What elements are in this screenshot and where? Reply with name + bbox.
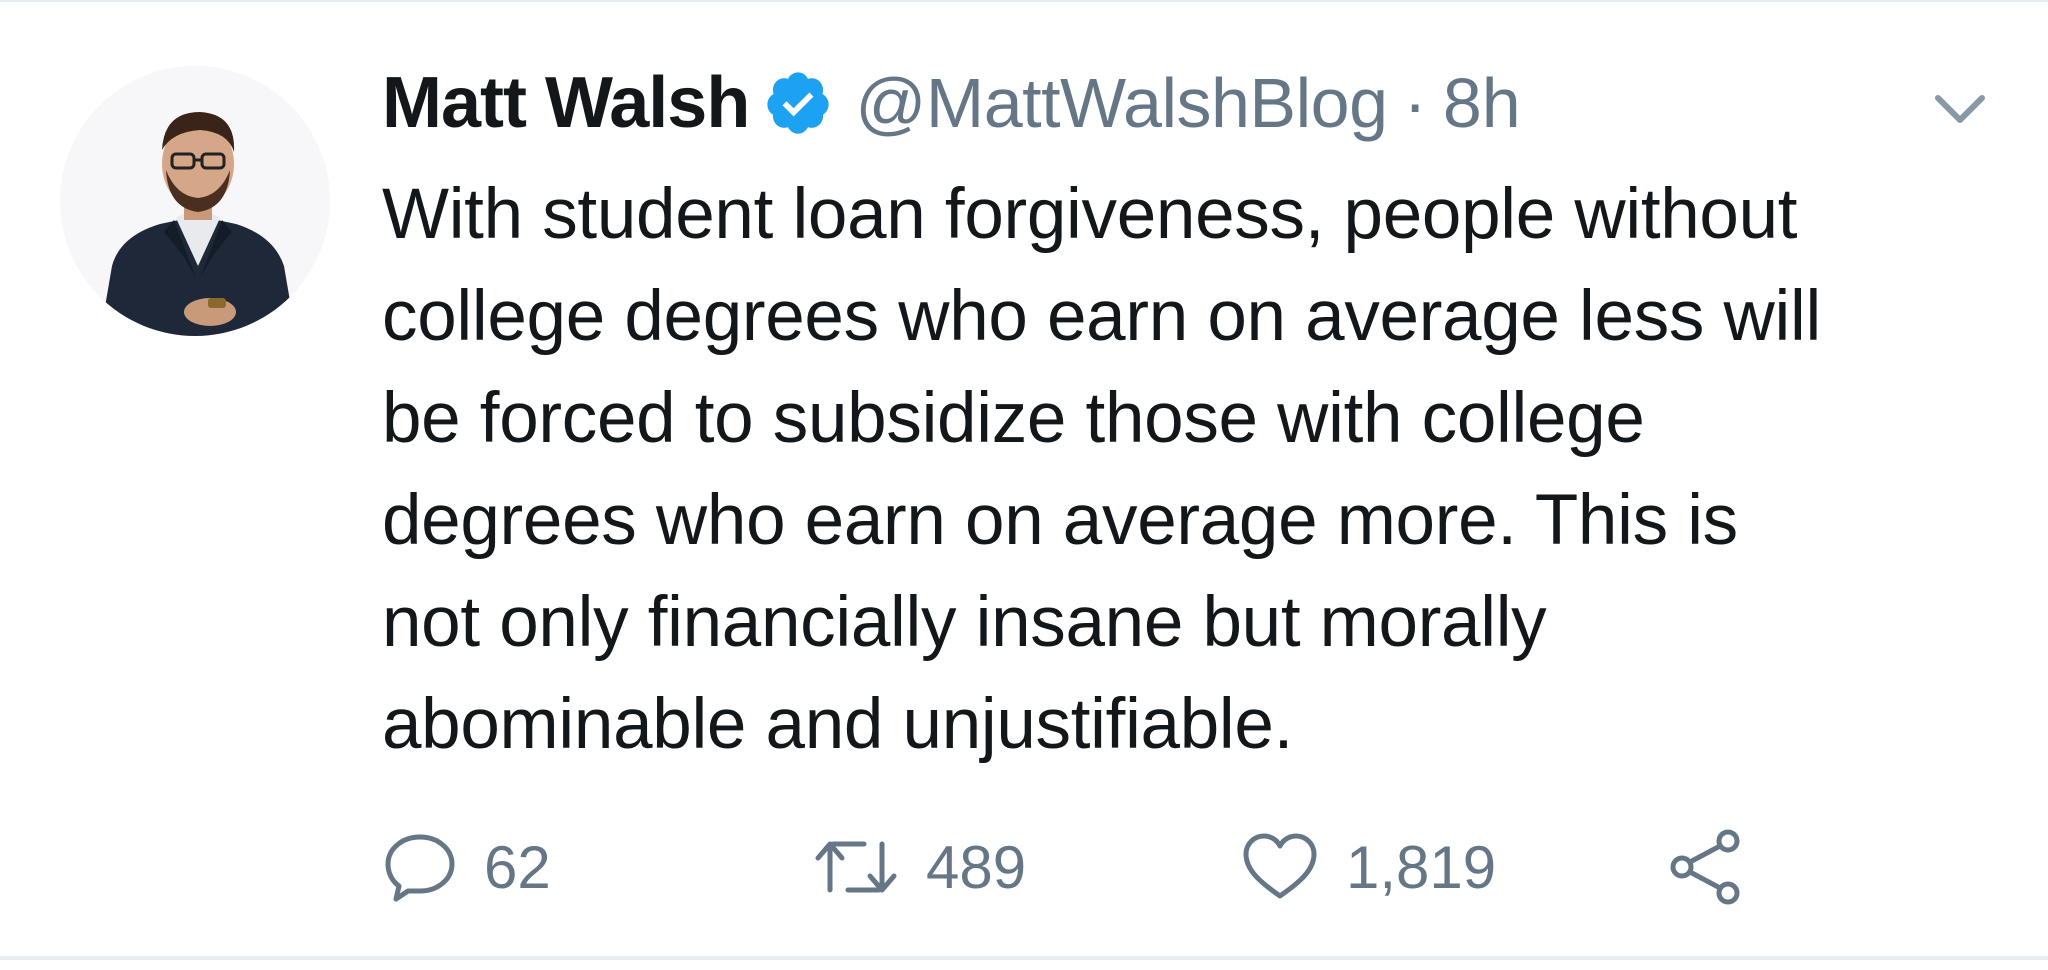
like-button[interactable]: 1,819 (1240, 822, 1496, 912)
tweet-text-line: With student loan forgiveness, people wi… (382, 175, 1798, 254)
reply-count: 62 (484, 833, 551, 901)
retweet-count: 489 (926, 833, 1027, 901)
share-button[interactable] (1668, 822, 1744, 912)
tweet-card[interactable]: Matt Walsh @MattWalshBlog · 8h With stud… (0, 0, 2048, 960)
tweet-text-line: not only financially insane but morally (382, 583, 1547, 662)
like-count: 1,819 (1346, 833, 1497, 901)
tweet-actions-bar: 62 489 1,819 (382, 822, 1982, 912)
header-separator: · (1403, 64, 1427, 142)
retweet-button[interactable]: 489 (812, 822, 1026, 912)
reply-button[interactable]: 62 (382, 822, 551, 912)
heart-icon (1240, 832, 1320, 902)
author-handle[interactable]: @MattWalshBlog (855, 63, 1388, 143)
avatar-photo (60, 66, 330, 336)
author-name[interactable]: Matt Walsh (382, 62, 750, 144)
tweet-header: Matt Walsh @MattWalshBlog · 8h (382, 58, 1521, 148)
tweet-text-line: degrees who earn on average more. This i… (382, 481, 1738, 560)
chevron-down-icon[interactable] (1930, 84, 1990, 134)
tweet-text-line: college degrees who earn on average less… (382, 277, 1821, 356)
share-icon (1668, 827, 1744, 907)
reply-bubble-icon (382, 831, 458, 903)
tweet-text-line: abominable and unjustifiable. (382, 685, 1294, 764)
author-avatar[interactable] (60, 66, 330, 336)
tweet-text: With student loan forgiveness, people wi… (382, 164, 2022, 776)
verified-badge-icon (763, 68, 833, 138)
retweet-icon (812, 834, 900, 900)
tweet-text-line: be forced to subsidize those with colleg… (382, 379, 1645, 458)
tweet-timestamp[interactable]: 8h (1443, 63, 1521, 143)
